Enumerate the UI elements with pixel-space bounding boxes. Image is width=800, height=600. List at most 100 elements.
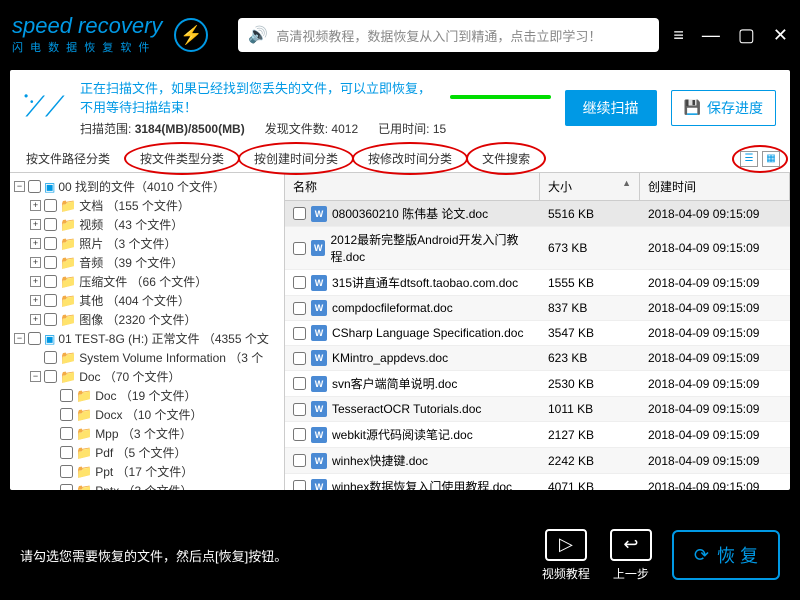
tab-by-ctime[interactable]: 按创建时间分类	[248, 148, 344, 169]
file-checkbox[interactable]	[293, 276, 306, 289]
file-size: 2530 KB	[540, 373, 640, 395]
save-progress-button[interactable]: 💾 保存进度	[671, 90, 776, 126]
tab-by-type[interactable]: 按文件类型分类	[134, 148, 230, 169]
file-list: 名称 大小▲ 创建时间 W0800360210 陈伟基 论文.doc5516 K…	[285, 173, 790, 490]
file-checkbox[interactable]	[293, 454, 306, 467]
footer: 请勾选您需要恢复的文件，然后点[恢复]按钮。 ▷ 视频教程 ↩ 上一步 ⟳ 恢 …	[0, 510, 800, 600]
recover-button[interactable]: ⟳ 恢 复	[672, 530, 780, 580]
logo-subtitle: 闪 电 数 据 恢 复 软 件	[12, 39, 162, 55]
file-name: svn客户端简单说明.doc	[332, 375, 457, 392]
tab-search[interactable]: 文件搜索	[476, 148, 536, 169]
column-ctime[interactable]: 创建时间	[640, 173, 790, 200]
footer-hint: 请勾选您需要恢复的文件，然后点[恢复]按钮。	[20, 546, 522, 565]
doc-icon: W	[311, 350, 327, 366]
file-row[interactable]: WTesseractOCR Tutorials.doc1011 KB2018-0…	[285, 397, 790, 422]
column-name[interactable]: 名称	[285, 173, 540, 200]
folder-icon: 📁	[60, 274, 76, 290]
file-checkbox[interactable]	[293, 302, 306, 315]
doc-icon: W	[311, 275, 327, 291]
sort-icon: ▲	[622, 178, 631, 188]
file-list-body[interactable]: W0800360210 陈伟基 论文.doc5516 KB2018-04-09 …	[285, 201, 790, 490]
recover-icon: ⟳	[694, 545, 709, 566]
doc-icon: W	[311, 206, 327, 222]
file-checkbox[interactable]	[293, 352, 306, 365]
file-size: 2242 KB	[540, 450, 640, 472]
file-row[interactable]: W315讲直通车dtsoft.taobao.com.doc1555 KB2018…	[285, 270, 790, 296]
file-row[interactable]: WCSharp Language Specification.doc3547 K…	[285, 321, 790, 346]
tree-item: 📁Docx （10 个文件）	[12, 405, 282, 424]
file-name: 2012最新完整版Android开发入门教程.doc	[330, 231, 532, 265]
doc-icon: W	[311, 453, 327, 469]
file-row[interactable]: Wwinhex快捷键.doc2242 KB2018-04-09 09:15:09	[285, 448, 790, 474]
window-controls: ≡ — ▢ ✕	[673, 26, 788, 44]
view-grid-icon[interactable]: ▦	[762, 151, 780, 167]
file-checkbox[interactable]	[293, 327, 306, 340]
folder-icon: 📁	[60, 217, 76, 233]
tab-by-path[interactable]: 按文件路径分类	[20, 148, 116, 169]
tree-item: +📁照片 （3 个文件）	[12, 234, 282, 253]
file-checkbox[interactable]	[293, 428, 306, 441]
file-checkbox[interactable]	[293, 242, 306, 255]
file-date: 2018-04-09 09:15:09	[640, 373, 790, 395]
file-size: 1555 KB	[540, 272, 640, 294]
file-name: TesseractOCR Tutorials.doc	[332, 402, 481, 416]
file-row[interactable]: Wsvn客户端简单说明.doc 2530 KB2018-04-09 09:15:0…	[285, 371, 790, 397]
file-date: 2018-04-09 09:15:09	[640, 450, 790, 472]
file-checkbox[interactable]	[293, 377, 306, 390]
menu-icon[interactable]: ≡	[673, 26, 684, 44]
tree-item: 📁System Volume Information （3 个	[12, 348, 282, 367]
maximize-icon[interactable]: ▢	[738, 26, 755, 44]
file-row[interactable]: WKMintro_appdevs.doc623 KB2018-04-09 09:…	[285, 346, 790, 371]
scan-progress-bar	[450, 95, 551, 99]
speaker-icon: 🔊	[248, 25, 268, 45]
main-panel: ⟋⟋ 正在扫描文件，如果已经找到您丢失的文件，可以立即恢复，不用等待扫描结束！ …	[10, 70, 790, 490]
video-tutorial-button[interactable]: ▷ 视频教程	[542, 529, 590, 582]
doc-icon: W	[311, 376, 327, 392]
collapse-icon[interactable]: −	[14, 181, 25, 192]
save-icon: 💾	[684, 99, 701, 116]
view-list-icon[interactable]: ☰	[740, 151, 758, 167]
file-row[interactable]: Wwebkit源代码阅读笔记.doc2127 KB2018-04-09 09:1…	[285, 422, 790, 448]
folder-icon: 📁	[76, 426, 92, 442]
category-tabs: 按文件路径分类 按文件类型分类 按创建时间分类 按修改时间分类 文件搜索 ☰ ▦	[10, 145, 790, 173]
file-row[interactable]: Wcompdocfileformat.doc837 KB2018-04-09 0…	[285, 296, 790, 321]
tree-item: 📁Doc （19 个文件）	[12, 386, 282, 405]
doc-icon: W	[311, 325, 327, 341]
scan-status: ⟋⟋ 正在扫描文件，如果已经找到您丢失的文件，可以立即恢复，不用等待扫描结束！ …	[10, 70, 790, 145]
promo-banner[interactable]: 🔊 高清视频教程，数据恢复从入门到精通，点击立即学习！	[238, 18, 659, 52]
minimize-icon[interactable]: —	[702, 26, 720, 44]
promo-text: 高清视频教程，数据恢复从入门到精通，点击立即学习！	[276, 26, 601, 45]
tree-item: +📁文档 （155 个文件）	[12, 196, 282, 215]
close-icon[interactable]: ✕	[773, 26, 788, 44]
file-checkbox[interactable]	[293, 207, 306, 220]
folder-icon: 📁	[76, 445, 92, 461]
tree-item: 📁Mpp （3 个文件）	[12, 424, 282, 443]
file-date: 2018-04-09 09:15:09	[640, 272, 790, 294]
file-name: winhex数据恢复入门使用教程.doc	[332, 478, 512, 490]
tree-item: 📁Pptx （3 个文件）	[12, 481, 282, 490]
titlebar: speed recovery 闪 电 数 据 恢 复 软 件 ⚡ 🔊 高清视频教…	[0, 0, 800, 70]
file-size: 673 KB	[540, 237, 640, 259]
file-list-header: 名称 大小▲ 创建时间	[285, 173, 790, 201]
file-date: 2018-04-09 09:15:09	[640, 476, 790, 491]
logo-text: speed recovery	[12, 15, 162, 37]
back-button[interactable]: ↩ 上一步	[610, 529, 652, 582]
folder-tree[interactable]: −▣00 找到的文件（4010 个文件） +📁文档 （155 个文件） +📁视频…	[10, 173, 285, 490]
folder-icon: 📁	[60, 236, 76, 252]
file-name: 0800360210 陈伟基 论文.doc	[332, 205, 488, 222]
file-size: 4071 KB	[540, 476, 640, 491]
file-checkbox[interactable]	[293, 480, 306, 490]
folder-icon: 📁	[60, 350, 76, 366]
column-size[interactable]: 大小▲	[540, 173, 640, 200]
file-name: CSharp Language Specification.doc	[332, 326, 523, 340]
doc-icon: W	[311, 300, 327, 316]
tree-item: +📁其他 （404 个文件）	[12, 291, 282, 310]
view-toggle: ☰ ▦	[740, 151, 780, 167]
folder-icon: 📁	[60, 293, 76, 309]
file-row[interactable]: W2012最新完整版Android开发入门教程.doc673 KB2018-04…	[285, 227, 790, 270]
file-checkbox[interactable]	[293, 403, 306, 416]
tab-by-mtime[interactable]: 按修改时间分类	[362, 148, 458, 169]
file-row[interactable]: Wwinhex数据恢复入门使用教程.doc4071 KB2018-04-09 0…	[285, 474, 790, 490]
continue-scan-button[interactable]: 继续扫描	[565, 90, 657, 126]
file-row[interactable]: W0800360210 陈伟基 论文.doc5516 KB2018-04-09 …	[285, 201, 790, 227]
